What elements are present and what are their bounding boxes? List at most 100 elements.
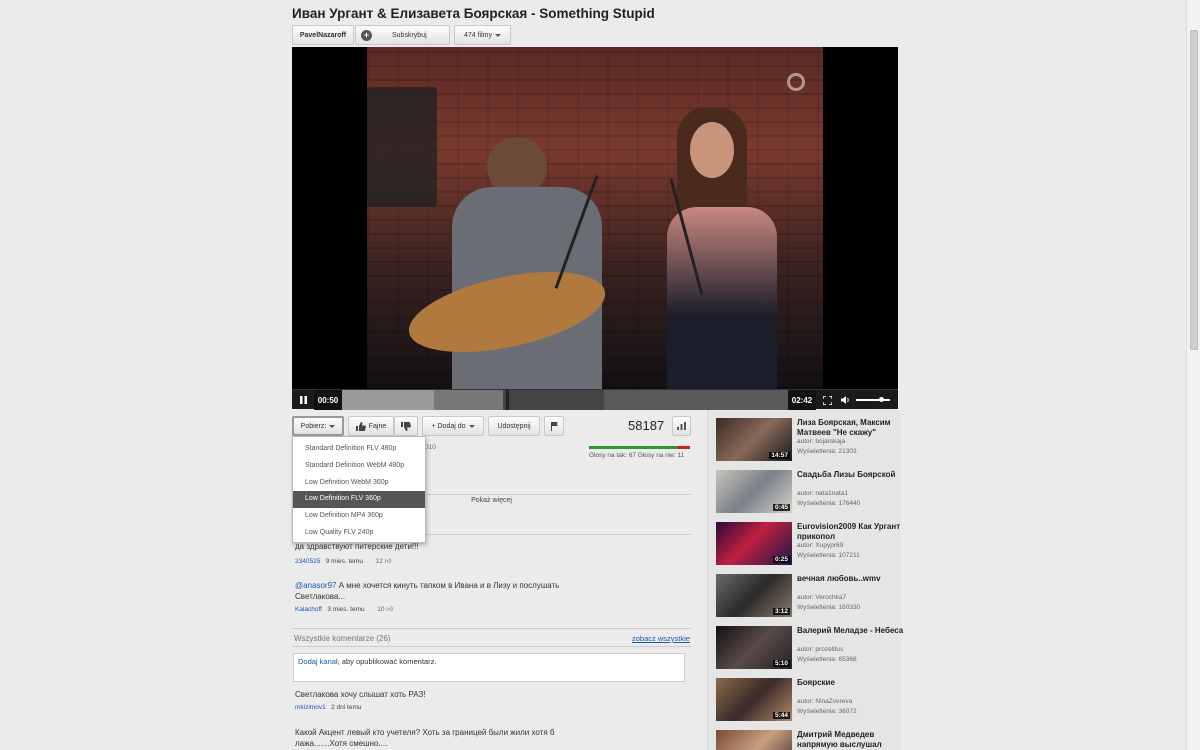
related-video-title[interactable]: Дмитрий Медведев напрямую выcлушал — [797, 730, 909, 749]
votes-text: Głosy na tak: 67 Głosy na nie: 11 — [589, 452, 685, 459]
bar-chart-icon — [677, 422, 686, 430]
video-thumbnail[interactable]: 0:25 — [716, 522, 792, 565]
comment-time: 9 mies. temu — [325, 558, 363, 565]
flag-button[interactable] — [544, 416, 564, 436]
channel-button[interactable]: PavelNazaroff — [292, 25, 354, 45]
video-duration: 3:12 — [772, 608, 790, 615]
download-option[interactable]: Low Quality FLV 240p — [293, 525, 425, 542]
volume-slider[interactable] — [854, 390, 892, 410]
download-option[interactable]: Low Definition WebM 360p — [293, 475, 425, 492]
page-scrollbar[interactable] — [1186, 0, 1200, 750]
thumbs-down-icon — [401, 421, 411, 431]
download-label: Pobierz: — [300, 422, 327, 430]
comment-author[interactable]: Kalachoff — [295, 606, 322, 613]
video-thumbnail[interactable]: 5:44 — [716, 678, 792, 721]
related-video-views: Wyświetlenia: 21303 — [797, 448, 857, 455]
pause-icon[interactable] — [292, 390, 314, 410]
current-time: 00:50 — [314, 390, 342, 410]
channel-logo-icon — [787, 73, 805, 91]
comment-author[interactable]: 2340525 — [295, 558, 320, 565]
video-thumbnail[interactable] — [716, 730, 792, 750]
see-all-link[interactable]: zobacz wszystkie — [632, 634, 690, 643]
related-video-title[interactable]: Свадьба Лизы Боярской — [797, 470, 909, 480]
volume-icon[interactable] — [838, 390, 852, 410]
dislikes-ratio-bar — [677, 446, 690, 449]
related-video-title[interactable]: Валерий Меладзе - Небеса — [797, 626, 909, 636]
films-count-label: 474 filmy — [463, 31, 492, 39]
comment-author[interactable]: mkizimov1 — [295, 704, 326, 711]
upload-date-fragment: 010 — [425, 444, 436, 451]
thumbs-up-icon[interactable]: 👍︎ — [385, 558, 392, 565]
comment-mention[interactable]: @anasor97 — [295, 581, 336, 590]
related-video-views: Wyświetlenia: 65368 — [797, 656, 857, 663]
related-video-views: Wyświetlenia: 107211 — [797, 552, 860, 559]
video-frame[interactable] — [367, 47, 823, 389]
played-bar — [342, 390, 434, 410]
stats-button[interactable] — [672, 416, 691, 436]
related-video-views: Wyświetlenia: 176440 — [797, 500, 861, 507]
related-video-author: autor: Xupypr69 — [797, 542, 844, 549]
comment-likes: 12 — [375, 558, 383, 565]
video-duration: 14:57 — [769, 452, 790, 459]
related-video[interactable]: Дмитрий Медведев напрямую выcлушал — [716, 730, 906, 750]
video-title: Иван Ургант & Елизавета Боярская - Somet… — [292, 6, 655, 21]
related-video-title[interactable]: Eurovision2009 Как Ургант прикопол — [797, 522, 909, 541]
download-option[interactable]: Standard Definition FLV 480p — [293, 441, 425, 458]
chevron-down-icon — [495, 33, 501, 37]
video-duration: 5:44 — [772, 712, 790, 719]
download-option[interactable]: Standard Definition WebM 480p — [293, 458, 425, 475]
add-channel-link[interactable]: Dodaj kanał — [298, 657, 338, 666]
related-video-author: autor: prozelitus — [797, 646, 844, 653]
related-video-author: autor: nata1nata1 — [797, 490, 848, 497]
video-duration: 5:10 — [772, 660, 790, 667]
like-button[interactable]: Fajne — [348, 416, 394, 436]
all-comments-header: Wszystkie komentarze (26) — [294, 634, 391, 643]
add-to-button[interactable]: + Dodaj do — [422, 416, 484, 436]
comment-text: Какой Акцент левый кто учетеля? Хоть за … — [295, 728, 555, 748]
player-controls: 00:50 02:42 — [292, 389, 898, 410]
related-video[interactable]: 5:10 Валерий Меладзе - Небеса autor: proze… — [716, 626, 906, 672]
related-video[interactable]: 0:25 Eurovision2009 Как Ургант прикопол au… — [716, 522, 906, 568]
subscribe-button[interactable]: + Subskrybuj — [355, 25, 450, 45]
films-count-button[interactable]: 474 filmy — [454, 25, 511, 45]
comment-meta: 2340525 9 mies. temu 12 👍︎ — [295, 557, 391, 565]
related-video[interactable]: 5:44 Боярские autor: NinaZvereva Wyświetlen… — [716, 678, 906, 724]
add-to-label: + Dodaj do — [431, 422, 466, 430]
video-thumbnail[interactable]: 0:45 — [716, 470, 792, 513]
comment-meta: Kalachoff 3 mies. temu 10 👍︎ — [295, 605, 393, 613]
video-thumbnail[interactable]: 3:12 — [716, 574, 792, 617]
video-thumbnail[interactable]: 5:10 — [716, 626, 792, 669]
related-video-title[interactable]: Лиза Боярская, Максим Матвеев "Не скажу" — [797, 418, 909, 437]
video-duration: 0:25 — [772, 556, 790, 563]
add-comment-box[interactable]: Dodaj kanał, aby opublikować komentarz. — [293, 653, 685, 682]
download-option[interactable]: Low Definition FLV 360p — [293, 491, 425, 509]
comment-time: 2 dni temu — [331, 704, 362, 711]
progress-marker — [506, 390, 509, 410]
amplifier-shape — [367, 87, 437, 207]
related-video-views: Wyświetlenia: 36072 — [797, 708, 857, 715]
scrollbar-thumb[interactable] — [1190, 30, 1198, 350]
divider — [292, 628, 691, 629]
progress-bar[interactable] — [342, 390, 788, 410]
comment-meta: mkizimov1 2 dni temu — [295, 704, 361, 711]
download-button[interactable]: Pobierz: — [292, 416, 344, 436]
dislike-button[interactable] — [394, 416, 418, 436]
video-player[interactable]: 00:50 02:42 — [292, 47, 898, 410]
related-video[interactable]: 3:12 вечная любовь..wmv autor: Verochka7 Wy… — [716, 574, 906, 620]
download-menu: Standard Definition FLV 480p Standard Def… — [292, 436, 426, 543]
related-video-title[interactable]: вечная любовь..wmv — [797, 574, 909, 584]
video-thumbnail[interactable]: 14:57 — [716, 418, 792, 461]
related-video-title[interactable]: Боярские — [797, 678, 909, 688]
share-button[interactable]: Udostępnij — [488, 416, 540, 436]
download-option[interactable]: Low Definition MP4 360p — [293, 508, 425, 525]
fullscreen-icon[interactable] — [816, 390, 838, 410]
comment-time: 3 mies. temu — [327, 606, 365, 613]
related-video[interactable]: 0:45 Свадьба Лизы Боярской autor: nata1nat… — [716, 470, 906, 516]
thumbs-up-icon[interactable]: 👍︎ — [386, 606, 393, 613]
like-label: Fajne — [368, 422, 387, 430]
subscribe-label: Subskrybuj — [392, 31, 427, 39]
view-count: 58187 — [628, 418, 665, 433]
add-comment-text: , aby opublikować komentarz. — [337, 657, 437, 666]
related-video[interactable]: 14:57 Лиза Боярская, Максим Матвеев "Не с… — [716, 418, 906, 464]
flag-icon — [550, 421, 558, 431]
